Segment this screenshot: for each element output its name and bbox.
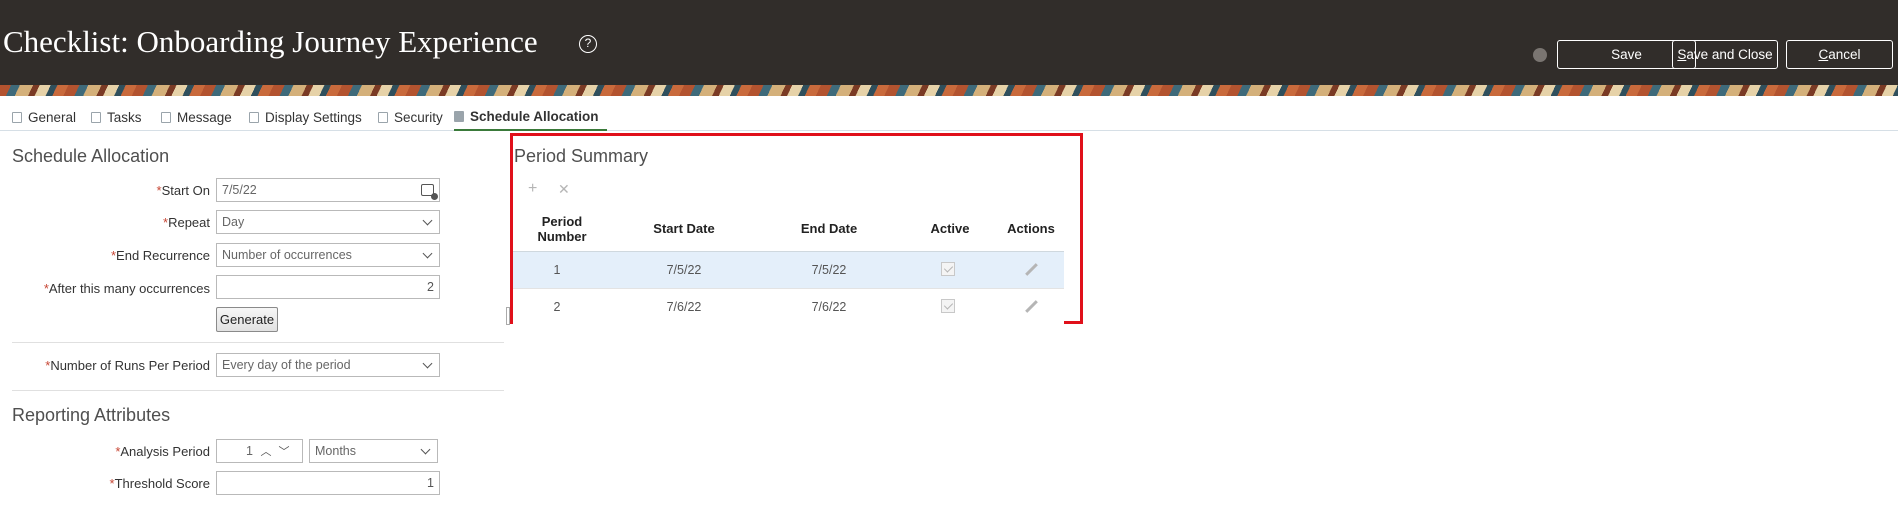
- display-settings-icon: [249, 111, 259, 123]
- table-row[interactable]: 2 7/6/22 7/6/22: [513, 288, 1064, 324]
- chevron-down-icon: [422, 358, 433, 368]
- tab-tasks[interactable]: Tasks: [91, 103, 142, 131]
- page-title: Checklist: Onboarding Journey Experience: [3, 24, 538, 59]
- tab-label: Security: [394, 109, 443, 125]
- add-icon[interactable]: +: [528, 180, 537, 198]
- tab-label: General: [28, 109, 77, 125]
- threshold-score-input[interactable]: 1: [216, 471, 440, 495]
- end-recurrence-select[interactable]: Number of occurrences: [216, 243, 440, 267]
- tab-general[interactable]: General: [12, 103, 76, 131]
- start-on-label: *Start On: [156, 183, 210, 198]
- tab-label: Tasks: [107, 109, 142, 125]
- after-occurrences-value: 2: [427, 280, 434, 294]
- globe-icon[interactable]: [1533, 48, 1547, 62]
- col-actions: Actions: [1007, 221, 1055, 236]
- period-number-cell: 2: [553, 300, 561, 314]
- threshold-score-value: 1: [427, 476, 434, 490]
- analysis-unit-value: Months: [315, 444, 356, 458]
- chevron-down-icon: [422, 248, 433, 258]
- runs-per-period-label: *Number of Runs Per Period: [45, 358, 210, 373]
- repeat-select[interactable]: Day: [216, 210, 440, 234]
- tab-security[interactable]: Security: [378, 103, 443, 131]
- security-icon: [378, 111, 388, 123]
- period-number-cell: 1: [553, 263, 561, 277]
- runs-per-period-select[interactable]: Every day of the period: [216, 353, 440, 377]
- tab-bar: General Tasks Message Display Settings S…: [0, 103, 1898, 131]
- app-header: Checklist: Onboarding Journey Experience…: [0, 0, 1898, 85]
- after-occurrences-input[interactable]: 2: [216, 275, 440, 299]
- active-checkbox[interactable]: [941, 299, 955, 313]
- reporting-attributes-title: Reporting Attributes: [12, 405, 171, 425]
- col-period-number[interactable]: Period Number: [527, 214, 597, 244]
- col-start-date[interactable]: Start Date: [634, 221, 734, 236]
- analysis-unit-select[interactable]: Months: [309, 439, 438, 463]
- analysis-period-label: *Analysis Period: [115, 444, 210, 459]
- end-date-cell: 7/6/22: [811, 300, 847, 314]
- repeat-value: Day: [222, 215, 245, 229]
- help-icon[interactable]: ?: [579, 35, 597, 53]
- period-summary-title: Period Summary: [514, 146, 649, 166]
- delete-icon[interactable]: ✕: [558, 181, 570, 198]
- table-row[interactable]: 1 7/5/22 7/5/22: [513, 252, 1064, 288]
- schedule-allocation-title: Schedule Allocation: [12, 146, 170, 166]
- analysis-period-stepper[interactable]: 1 ︿ ﹀: [216, 439, 303, 463]
- generate-button[interactable]: Generate: [216, 307, 278, 332]
- decorative-banner: [0, 85, 1898, 96]
- message-icon: [161, 111, 171, 123]
- start-on-field[interactable]: 7/5/22: [216, 178, 440, 202]
- calendar-picker-icon[interactable]: [421, 184, 438, 200]
- start-date-cell: 7/6/22: [666, 300, 702, 314]
- save-and-close-button[interactable]: Save and Close: [1672, 40, 1778, 69]
- tab-label: Message: [177, 109, 232, 125]
- end-recurrence-label: *End Recurrence: [110, 248, 210, 263]
- tab-schedule-allocation[interactable]: Schedule Allocation: [454, 103, 607, 131]
- end-recurrence-value: Number of occurrences: [222, 248, 352, 262]
- general-icon: [12, 111, 22, 123]
- active-checkbox[interactable]: [941, 262, 955, 276]
- chevron-down-icon: [422, 215, 433, 225]
- tab-label: Display Settings: [265, 109, 362, 125]
- edit-pencil-icon[interactable]: [1025, 263, 1038, 276]
- chevron-up-icon[interactable]: ︿: [257, 443, 275, 459]
- runs-per-period-value: Every day of the period: [222, 358, 351, 372]
- cancel-button[interactable]: Cancel: [1786, 40, 1893, 69]
- edit-pencil-icon[interactable]: [1025, 300, 1038, 313]
- threshold-score-label: *Threshold Score: [109, 476, 210, 491]
- tasks-icon: [91, 111, 101, 123]
- end-date-cell: 7/5/22: [811, 263, 847, 277]
- start-date-cell: 7/5/22: [666, 263, 702, 277]
- tab-display-settings[interactable]: Display Settings: [249, 103, 362, 131]
- col-active[interactable]: Active: [920, 221, 980, 236]
- tab-label: Schedule Allocation: [470, 108, 599, 124]
- analysis-period-value: 1: [246, 444, 253, 458]
- calendar-icon: [454, 110, 464, 122]
- start-on-value: 7/5/22: [222, 183, 257, 197]
- chevron-down-icon[interactable]: ﹀: [275, 443, 293, 459]
- repeat-label: *Repeat: [163, 215, 210, 230]
- after-occurrences-label: *After this many occurrences: [43, 281, 210, 296]
- col-end-date[interactable]: End Date: [779, 221, 879, 236]
- divider: [12, 390, 504, 391]
- divider: [12, 342, 504, 343]
- tab-message[interactable]: Message: [161, 103, 232, 131]
- chevron-down-icon: [420, 444, 431, 454]
